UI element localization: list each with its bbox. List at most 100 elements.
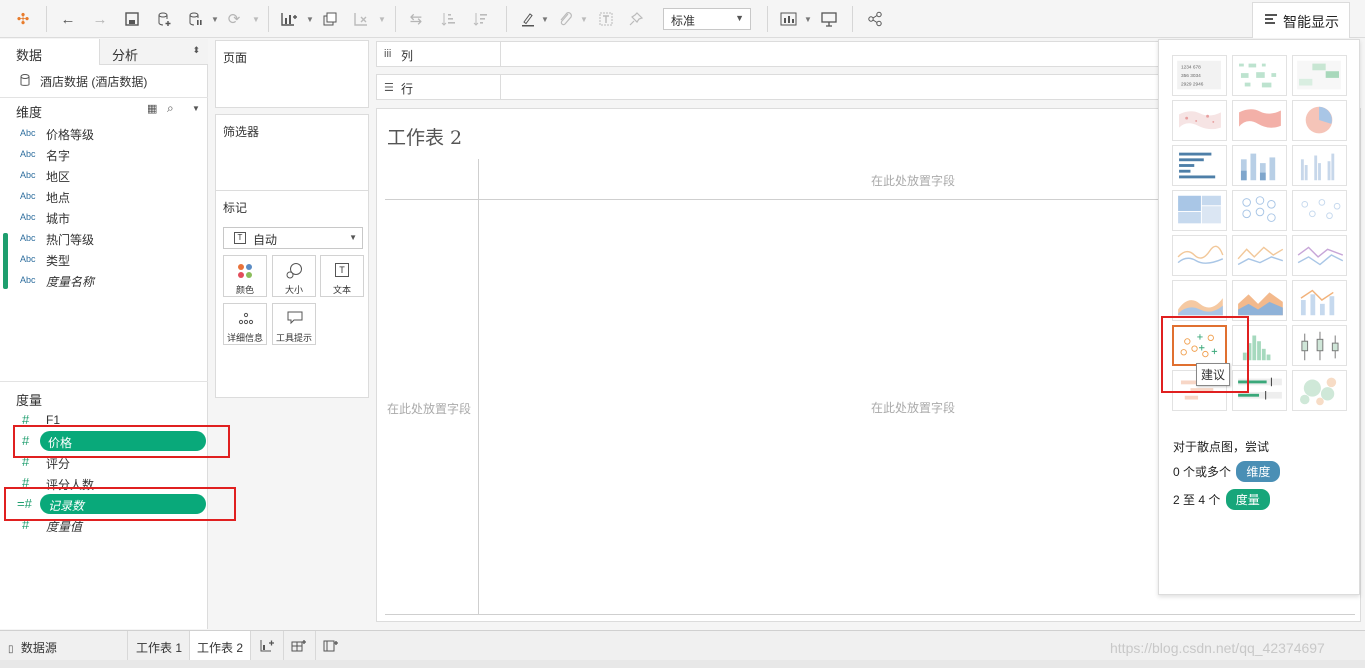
chart-type-heat-map[interactable] xyxy=(1232,55,1287,96)
columns-shelf[interactable]: iii 列 xyxy=(376,41,1166,67)
detail-button[interactable]: 详细信息 xyxy=(223,303,267,345)
group-icon[interactable] xyxy=(554,8,576,30)
mark-type-select[interactable]: T 自动 ▼ xyxy=(223,227,363,249)
swap-icon[interactable]: ⇆ xyxy=(405,8,427,30)
text-button[interactable]: T 文本 xyxy=(320,255,364,297)
annotation-highlight-price xyxy=(13,425,230,458)
dimension-field[interactable]: Abc 价格等级 xyxy=(0,123,200,143)
undo-icon[interactable]: ← xyxy=(57,8,79,30)
tab-sheet-1-label: 工作表 1 xyxy=(136,641,183,655)
chart-type-area-continuous[interactable] xyxy=(1172,280,1227,321)
pages-card[interactable]: 页面 xyxy=(215,40,369,108)
datasource-item[interactable]: 酒店数据 (酒店数据) xyxy=(20,72,210,90)
drop-zone-columns[interactable]: 在此处放置字段 xyxy=(871,172,955,189)
dimension-field[interactable]: Abc 度量名称 xyxy=(0,270,200,290)
chart-type-box-and-whisker[interactable] xyxy=(1292,325,1347,366)
chevron-down-icon[interactable]: ▼ xyxy=(804,15,812,24)
redo-icon[interactable]: → xyxy=(89,8,111,30)
show-me-tab[interactable]: 智能显示 xyxy=(1252,2,1350,38)
drop-zone-rows[interactable]: 在此处放置字段 xyxy=(387,400,471,417)
pause-update-icon[interactable] xyxy=(184,8,206,30)
view-toggle-icon[interactable]: ▦ xyxy=(147,102,157,115)
share-icon[interactable] xyxy=(864,8,886,30)
clear-icon[interactable] xyxy=(350,8,372,30)
chart-type-text-table[interactable]: 1234 678 356 3034 2929 2946 xyxy=(1172,55,1227,96)
tableau-logo-icon[interactable]: ✣ xyxy=(12,8,34,30)
new-story-tab-button[interactable] xyxy=(316,631,348,661)
new-worksheet-icon xyxy=(260,640,274,652)
tab-analysis[interactable]: 分析 ⬍ xyxy=(100,39,208,65)
dimension-field[interactable]: Abc 城市 xyxy=(0,207,200,227)
rows-shelf[interactable]: ☰ 行 xyxy=(376,74,1166,100)
dimension-field-name: 价格等级 xyxy=(46,128,95,142)
chevron-down-icon: ▼ xyxy=(735,13,744,23)
size-button[interactable]: 大小 xyxy=(272,255,316,297)
chart-type-dual-combination[interactable] xyxy=(1292,280,1347,321)
chart-type-highlight-table[interactable] xyxy=(1292,55,1347,96)
chart-type-area-discrete[interactable] xyxy=(1232,280,1287,321)
marks-card-title: 标记 xyxy=(223,201,248,215)
view-mode-select[interactable]: 标准 ▼ xyxy=(663,8,751,30)
drop-zone-view[interactable]: 在此处放置字段 xyxy=(871,399,955,416)
duplicate-icon[interactable] xyxy=(319,8,341,30)
chart-type-side-by-side-bars[interactable] xyxy=(1292,145,1347,186)
tab-datasource[interactable]: ▯ 数据源 xyxy=(0,631,128,661)
sort-asc-icon[interactable] xyxy=(437,8,459,30)
chevron-down-icon[interactable]: ▼ xyxy=(541,15,549,24)
svg-text:2929 2946: 2929 2946 xyxy=(1181,81,1204,87)
tooltip-button[interactable]: 工具提示 xyxy=(272,303,316,345)
worksheet-title[interactable]: 工作表 2 xyxy=(387,123,462,150)
dimension-field-name: 地点 xyxy=(46,191,71,205)
dimension-field[interactable]: Abc 地区 xyxy=(0,165,200,185)
chevron-down-icon[interactable]: ▼ xyxy=(378,15,386,24)
chart-type-symbol-map[interactable] xyxy=(1172,100,1227,141)
chart-type-stacked-bars[interactable] xyxy=(1232,145,1287,186)
chevron-down-icon[interactable]: ▼ xyxy=(306,15,314,24)
chevron-down-icon[interactable]: ▼ xyxy=(211,15,219,24)
pin-icon[interactable] xyxy=(625,8,647,30)
area-discrete-icon xyxy=(1238,292,1283,316)
new-dashboard-icon xyxy=(291,640,306,652)
pie-chart-icon xyxy=(1305,106,1333,134)
sort-desc-icon[interactable] xyxy=(469,8,491,30)
dimension-field[interactable]: Abc 热门等级 xyxy=(0,228,200,248)
show-cards-icon[interactable] xyxy=(778,8,800,30)
filled-map-icon xyxy=(1239,109,1281,128)
dimension-field[interactable]: Abc 类型 xyxy=(0,249,200,269)
chevron-down-icon[interactable]: ▼ xyxy=(252,15,260,24)
dual-lines-icon xyxy=(1297,246,1344,266)
new-datasource-icon[interactable] xyxy=(153,8,175,30)
save-icon[interactable] xyxy=(121,8,143,30)
highlight-icon[interactable] xyxy=(517,8,539,30)
tab-data[interactable]: 数据 xyxy=(0,39,100,65)
chart-type-circle-views[interactable] xyxy=(1232,190,1287,231)
chart-type-filled-map[interactable] xyxy=(1232,100,1287,141)
toolbar-separator xyxy=(767,6,768,32)
chart-type-packed-bubbles[interactable] xyxy=(1292,370,1347,411)
new-worksheet-tab-button[interactable] xyxy=(252,631,284,661)
dimension-field[interactable]: Abc 名字 xyxy=(0,144,200,164)
chart-type-pie-chart[interactable] xyxy=(1292,100,1347,141)
chart-type-lines-discrete[interactable] xyxy=(1232,235,1287,276)
chart-type-treemap[interactable] xyxy=(1172,190,1227,231)
chart-type-dual-lines[interactable] xyxy=(1292,235,1347,276)
label-icon[interactable] xyxy=(595,8,617,30)
tab-sheet-2[interactable]: 工作表 2 xyxy=(190,631,252,661)
chart-type-side-by-side-circles[interactable] xyxy=(1292,190,1347,231)
search-icon[interactable]: ⌕ xyxy=(167,101,174,116)
new-worksheet-icon[interactable] xyxy=(278,8,300,30)
refresh-icon[interactable]: ⟳ xyxy=(223,8,245,30)
chart-type-horizontal-bars[interactable] xyxy=(1172,145,1227,186)
new-dashboard-tab-button[interactable] xyxy=(284,631,316,661)
presentation-icon[interactable] xyxy=(818,8,840,30)
chevron-down-icon[interactable]: ▼ xyxy=(192,104,200,113)
circle-views-icon xyxy=(1242,196,1276,222)
color-button[interactable]: 颜色 xyxy=(223,255,267,297)
tab-sheet-1[interactable]: 工作表 1 xyxy=(129,631,191,661)
chevron-down-icon[interactable]: ▼ xyxy=(580,15,588,24)
toolbar-separator xyxy=(395,6,396,32)
chart-type-lines-continuous[interactable] xyxy=(1172,235,1227,276)
svg-text:356 3034: 356 3034 xyxy=(1181,73,1201,79)
dimension-field[interactable]: Abc 地点 xyxy=(0,186,200,206)
box-and-whisker-icon xyxy=(1301,331,1339,361)
